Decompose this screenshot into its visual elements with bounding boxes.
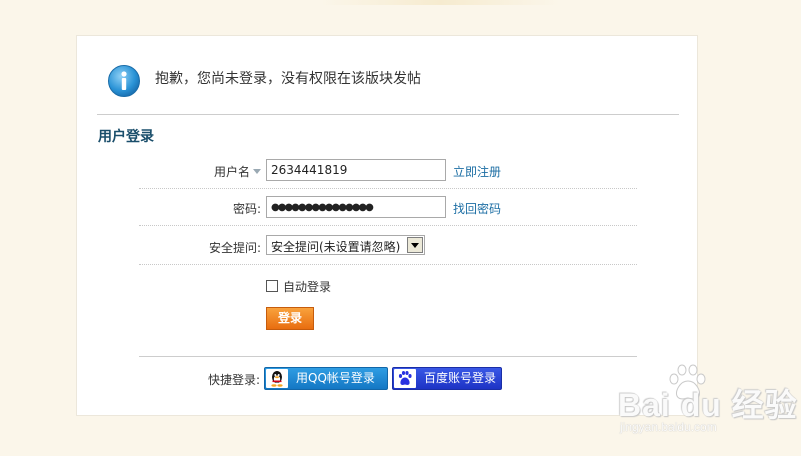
password-input[interactable]	[266, 196, 446, 218]
watermark-url: jingyan.baidu.com	[620, 420, 717, 434]
password-label: 密码:	[232, 202, 261, 216]
qq-login-button[interactable]: 用QQ帐号登录	[264, 367, 388, 390]
question-row: 安全提问: 安全提问(未设置请忽略)	[77, 235, 697, 259]
password-row: 密码: 找回密码	[77, 196, 697, 220]
divider	[97, 114, 679, 115]
baidu-login-button[interactable]: 百度账号登录	[392, 367, 502, 390]
username-label: 用户名	[213, 165, 250, 179]
row-divider	[139, 264, 637, 265]
username-label-dropdown[interactable]: 用户名	[214, 163, 261, 180]
login-panel: 抱歉，您尚未登录，没有权限在该版块发帖 用户登录 用户名 立即注册 密码: 找回…	[76, 35, 698, 416]
auto-login-label: 自动登录	[283, 280, 332, 294]
qq-penguin-icon	[266, 369, 288, 388]
chevron-down-icon	[411, 243, 419, 248]
login-button[interactable]: 登录	[266, 307, 314, 330]
auto-login-option[interactable]: 自动登录	[266, 278, 331, 295]
top-highlight	[320, 0, 560, 5]
security-question-select[interactable]: 安全提问(未设置请忽略)	[266, 235, 425, 255]
dropdown-button[interactable]	[407, 237, 423, 253]
baidu-paw-icon	[394, 369, 416, 388]
info-icon	[108, 65, 140, 97]
register-link[interactable]: 立即注册	[453, 163, 501, 180]
security-question-label: 安全提问:	[208, 241, 261, 255]
qq-login-label: 用QQ帐号登录	[296, 371, 375, 385]
divider	[139, 356, 637, 357]
chevron-down-icon	[253, 169, 261, 174]
notice-message: 抱歉，您尚未登录，没有权限在该版块发帖	[155, 71, 421, 87]
baidu-login-label: 百度账号登录	[424, 371, 497, 385]
auto-login-checkbox[interactable]	[266, 280, 278, 292]
row-divider	[139, 188, 637, 189]
username-input[interactable]	[266, 159, 446, 181]
forgot-password-link[interactable]: 找回密码	[453, 200, 501, 217]
section-title: 用户登录	[98, 129, 154, 145]
quick-login-label: 快捷登录:	[208, 373, 261, 387]
row-divider	[139, 225, 637, 226]
security-question-value: 安全提问(未设置请忽略)	[271, 240, 401, 254]
username-row: 用户名 立即注册	[77, 159, 697, 183]
